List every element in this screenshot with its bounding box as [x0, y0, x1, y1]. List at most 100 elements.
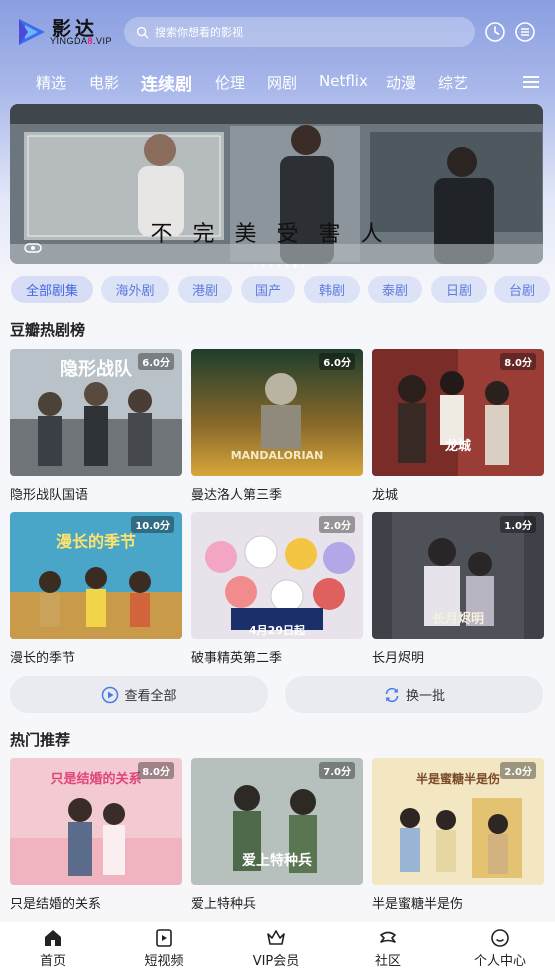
- refresh-button[interactable]: 换一批: [285, 676, 543, 713]
- drama-poster: 4月29日起 2.0分: [191, 512, 363, 639]
- poster-title-text: 长月烬明: [431, 612, 484, 627]
- logo-play-icon: [19, 19, 45, 45]
- drama-card[interactable]: MANDALORIAN 6.0分 曼达洛人第三季: [191, 349, 363, 503]
- score-badge: 8.0分: [500, 353, 536, 370]
- tab-home[interactable]: 首页: [13, 928, 93, 969]
- home-icon: [45, 930, 61, 946]
- section-title-douban: 豆瓣热剧榜: [10, 321, 86, 339]
- drama-poster: 只是结婚的关系 8.0分: [10, 758, 182, 885]
- drama-card[interactable]: 爱上特种兵 7.0分 爱上特种兵: [191, 758, 363, 912]
- banner-dot[interactable]: [293, 264, 297, 268]
- drama-title: 龙城: [372, 488, 399, 503]
- list-menu-icon[interactable]: [514, 21, 536, 43]
- chip-thai[interactable]: 泰剧: [368, 276, 422, 303]
- nav-item-anime[interactable]: 动漫: [386, 72, 416, 93]
- score-badge: 2.0分: [319, 516, 355, 533]
- drama-card[interactable]: 4月29日起 2.0分 破事精英第二季: [191, 512, 363, 666]
- hamburger-menu-icon[interactable]: [521, 73, 541, 91]
- banner-dot[interactable]: [253, 264, 257, 268]
- drama-card[interactable]: 只是结婚的关系 8.0分 只是结婚的关系: [10, 758, 182, 912]
- top-header: 影达 YINGDA8.VIP 搜索你想看的影视: [0, 0, 555, 62]
- tab-label: 短视频: [144, 954, 184, 969]
- refresh-icon: [385, 687, 399, 702]
- nav-item-featured[interactable]: 精选: [36, 72, 66, 93]
- score-badge: 6.0分: [319, 353, 355, 370]
- tab-community[interactable]: 社区: [348, 928, 428, 969]
- nav-item-ethics[interactable]: 伦理: [215, 72, 245, 93]
- search-input[interactable]: 搜索你想看的影视: [124, 17, 475, 47]
- drama-title: 爱上特种兵: [191, 897, 257, 912]
- tab-label: 首页: [39, 954, 66, 969]
- tab-label: 社区: [374, 954, 401, 969]
- drama-title: 曼达洛人第三季: [191, 488, 283, 503]
- poster-title-text: 4月29日起: [249, 624, 305, 637]
- tab-label: 个人中心: [473, 954, 526, 969]
- genre-chips: 全部剧集 海外剧 港剧 国产 韩剧 泰剧 日剧 台剧: [10, 276, 555, 304]
- logo-subtitle: YINGDA8.VIP: [50, 36, 112, 46]
- drama-title: 只是结婚的关系: [10, 897, 102, 912]
- logo-sub-suffix: .VIP: [93, 36, 113, 46]
- view-all-label: 查看全部: [124, 689, 177, 704]
- nav-item-variety[interactable]: 综艺: [438, 72, 468, 93]
- drama-title: 半是蜜糖半是伤: [372, 897, 464, 912]
- score-badge: 8.0分: [138, 762, 174, 779]
- score-badge: 7.0分: [319, 762, 355, 779]
- tab-vip[interactable]: VIP会员: [236, 928, 316, 969]
- tab-label: VIP会员: [252, 954, 300, 969]
- score-badge: 10.0分: [131, 516, 174, 533]
- app-logo[interactable]: 影达 YINGDA8.VIP: [16, 14, 116, 50]
- chip-korean[interactable]: 韩剧: [304, 276, 360, 303]
- nav-item-movies[interactable]: 电影: [89, 72, 119, 93]
- refresh-label: 换一批: [405, 689, 445, 704]
- drama-poster: 长月烬明 1.0分: [372, 512, 544, 639]
- banner-dot[interactable]: [301, 264, 305, 268]
- score-badge: 6.0分: [138, 353, 174, 370]
- drama-title: 长月烬明: [372, 651, 425, 666]
- banner-dot[interactable]: [269, 264, 273, 268]
- drama-title: 隐形战队国语: [10, 488, 89, 503]
- poster-title-text: MANDALORIAN: [230, 449, 324, 462]
- banner-caption: 不完美受害人: [150, 222, 403, 247]
- banner-dot[interactable]: [277, 264, 281, 268]
- drama-card[interactable]: 隐形战队 6.0分 隐形战队国语: [10, 349, 182, 503]
- tab-profile[interactable]: 个人中心: [460, 928, 540, 969]
- history-clock-icon[interactable]: [484, 21, 506, 43]
- drama-card[interactable]: 龙城 8.0分 龙城: [372, 349, 544, 503]
- chip-domestic[interactable]: 国产: [241, 276, 295, 303]
- section-title-hot: 热门推荐: [10, 731, 71, 749]
- search-icon: [136, 26, 149, 38]
- community-icon: [380, 931, 396, 943]
- chip-japanese[interactable]: 日剧: [431, 276, 487, 303]
- nav-item-web-series[interactable]: 网剧: [267, 72, 297, 93]
- tab-short-video[interactable]: 短视频: [124, 928, 204, 969]
- drama-title: 漫长的季节: [10, 651, 76, 666]
- drama-poster: 龙城 8.0分: [372, 349, 544, 476]
- chip-overseas[interactable]: 海外剧: [101, 276, 169, 303]
- banner-dot[interactable]: [285, 264, 289, 268]
- drama-poster: 漫长的季节 10.0分: [10, 512, 182, 639]
- score-badge: 2.0分: [500, 762, 536, 779]
- chip-all-series[interactable]: 全部剧集: [11, 276, 93, 303]
- bottom-tab-bar: 首页 短视频 VIP会员 社区 个人中心: [0, 922, 555, 973]
- chip-taiwan[interactable]: 台剧: [494, 276, 550, 303]
- drama-card[interactable]: 半是蜜糖半是伤 2.0分 半是蜜糖半是伤: [372, 758, 544, 912]
- app-root: 影达 YINGDA8.VIP 搜索你想看的影视 精选 电影 连续剧 伦理 网剧 …: [0, 0, 555, 973]
- hero-banner[interactable]: 不完美受害人: [10, 104, 543, 264]
- nav-item-netflix[interactable]: Netflix: [319, 72, 368, 90]
- category-nav: 精选 电影 连续剧 伦理 网剧 Netflix 动漫 综艺: [0, 64, 555, 100]
- banner-dot[interactable]: [261, 264, 265, 268]
- view-all-button[interactable]: 查看全部: [10, 676, 268, 713]
- smiley-icon: [491, 929, 509, 947]
- logo-sub-prefix: YINGDA: [50, 36, 88, 46]
- score-badge: 1.0分: [500, 516, 536, 533]
- drama-card[interactable]: 漫长的季节 10.0分 漫长的季节: [10, 512, 182, 666]
- poster-title-text: 龙城: [444, 439, 471, 454]
- play-circle-icon: [102, 686, 119, 703]
- drama-card[interactable]: 长月烬明 1.0分 长月烬明: [372, 512, 544, 666]
- drama-title: 破事精英第二季: [191, 651, 283, 666]
- banner-dots: [253, 264, 305, 268]
- chip-hk[interactable]: 港剧: [178, 276, 232, 303]
- nav-item-series[interactable]: 连续剧: [141, 70, 192, 95]
- banner-pagination: [252, 254, 312, 273]
- banner-mute-icon[interactable]: [24, 242, 42, 254]
